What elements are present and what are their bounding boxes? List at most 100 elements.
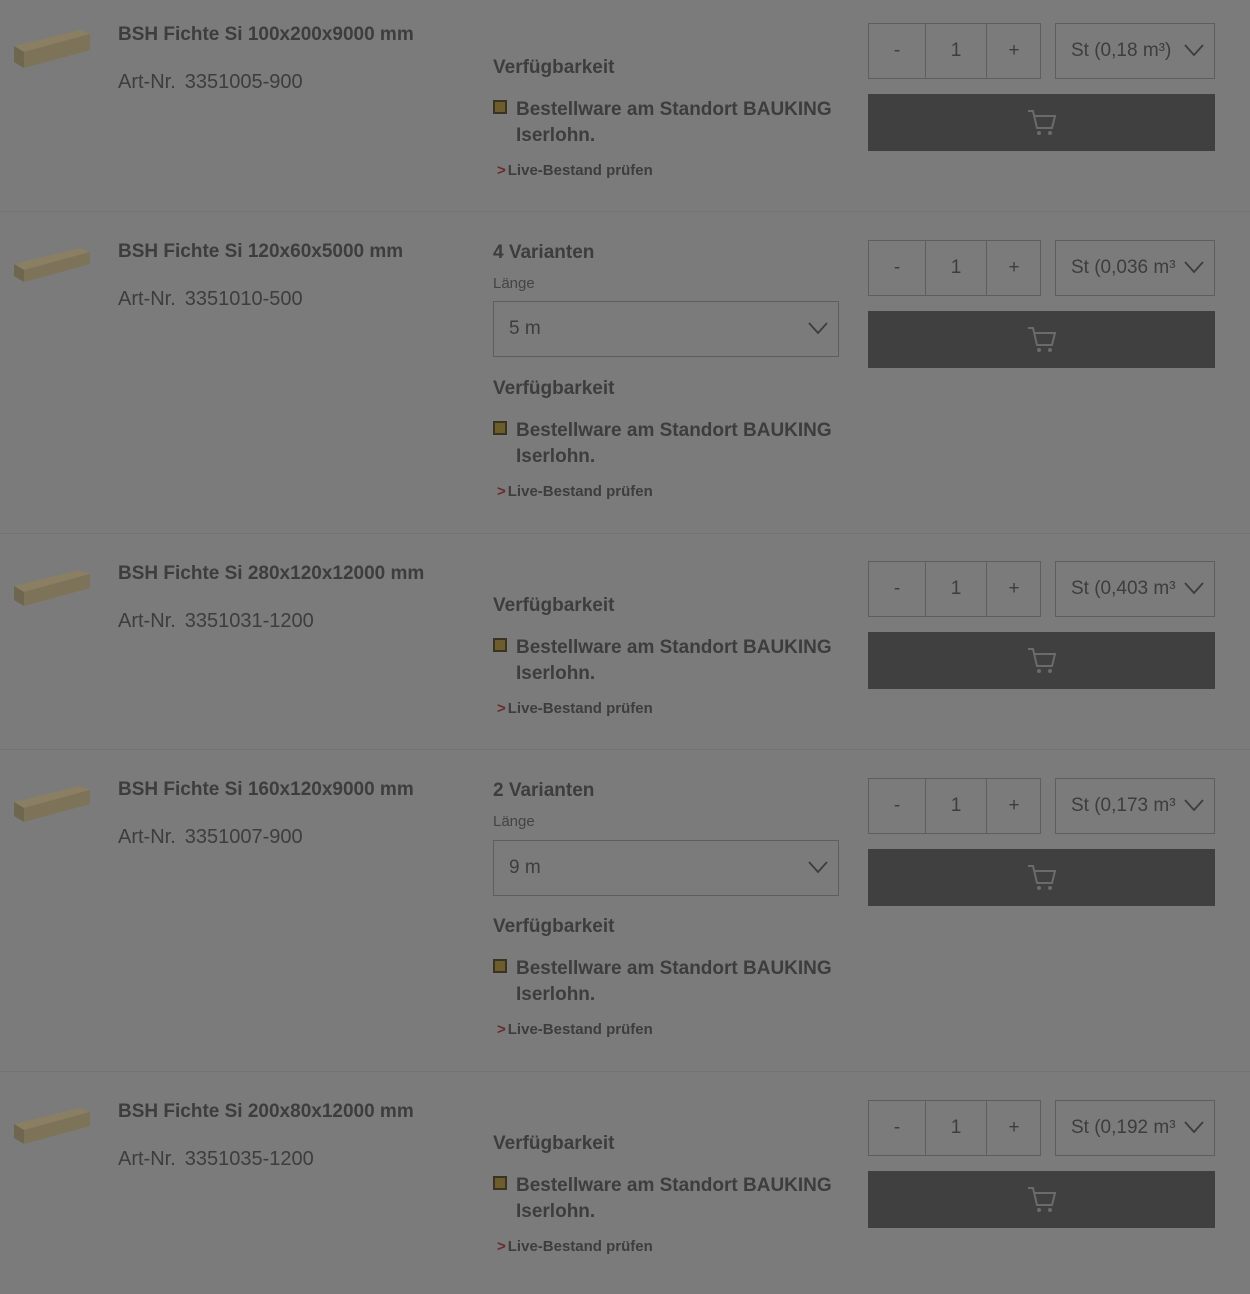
availability-status-text: Bestellware am Standort BAUKING Iserlohn…	[516, 958, 832, 1005]
quantity-input[interactable]: 1	[926, 562, 987, 616]
timber-beam-icon[interactable]	[12, 780, 92, 828]
product-row: BSH Fichte Si 200x80x12000 mm Art-Nr. 335…	[0, 1072, 1250, 1294]
unit-select[interactable]: St (0,403 m³	[1055, 561, 1215, 617]
product-row: BSH Fichte Si 160x120x9000 mm Art-Nr. 335…	[0, 750, 1250, 1072]
article-number-value: 3351031-1200	[184, 610, 314, 632]
status-square-icon	[493, 100, 507, 114]
chevron-right-icon: >	[497, 162, 506, 179]
unit-select[interactable]: St (0,18 m³)	[1055, 23, 1215, 79]
timber-beam-icon[interactable]	[12, 1102, 92, 1150]
live-stock-link-text: Live-Bestand prüfen	[507, 1238, 653, 1255]
quantity-decrease-button[interactable]: -	[869, 1101, 926, 1155]
availability-status-text: Bestellware am Standort BAUKING Iserlohn…	[516, 637, 832, 684]
chevron-right-icon: >	[497, 700, 506, 717]
quantity-decrease-button[interactable]: -	[869, 24, 926, 78]
product-title[interactable]: BSH Fichte Si 120x60x5000 mm	[118, 241, 403, 263]
live-stock-link[interactable]: > Live-Bestand prüfen	[497, 1021, 653, 1038]
quantity-stepper: - 1 +	[868, 240, 1041, 296]
status-square-icon	[493, 959, 507, 973]
chevron-down-icon	[808, 861, 828, 874]
cart-icon	[1028, 110, 1057, 135]
availability-status-text: Bestellware am Standort BAUKING Iserlohn…	[516, 1175, 832, 1222]
variant-select[interactable]: 9 m	[493, 840, 839, 896]
status-square-icon	[493, 638, 507, 652]
article-number-value: 3351007-900	[184, 826, 303, 848]
availability-heading: Verfügbarkeit	[493, 916, 615, 937]
article-number-value: 3351005-900	[184, 71, 303, 93]
variants-count: 2 Varianten	[493, 780, 595, 801]
article-number-value: 3351010-500	[184, 288, 303, 310]
product-title[interactable]: BSH Fichte Si 100x200x9000 mm	[118, 24, 414, 46]
article-number: Art-Nr. 3351010-500	[118, 288, 303, 311]
article-number-label: Art-Nr.	[118, 826, 176, 848]
timber-beam-icon[interactable]	[12, 24, 92, 72]
product-row: BSH Fichte Si 100x200x9000 mm Art-Nr. 335…	[0, 0, 1250, 212]
add-to-cart-button[interactable]	[868, 311, 1215, 368]
variant-select[interactable]: 5 m	[493, 301, 839, 357]
quantity-increase-button[interactable]: +	[987, 241, 1041, 295]
article-number: Art-Nr. 3351031-1200	[118, 610, 314, 633]
product-title[interactable]: BSH Fichte Si 280x120x12000 mm	[118, 563, 424, 585]
unit-select-value: St (0,173 m³	[1071, 795, 1176, 816]
quantity-decrease-button[interactable]: -	[869, 562, 926, 616]
add-to-cart-button[interactable]	[868, 849, 1215, 906]
product-title[interactable]: BSH Fichte Si 160x120x9000 mm	[118, 779, 414, 801]
product-row: BSH Fichte Si 120x60x5000 mm Art-Nr. 3351…	[0, 212, 1250, 534]
live-stock-link-text: Live-Bestand prüfen	[507, 700, 653, 717]
article-number-label: Art-Nr.	[118, 71, 176, 93]
quantity-decrease-button[interactable]: -	[869, 241, 926, 295]
article-number-label: Art-Nr.	[118, 1148, 176, 1170]
article-number: Art-Nr. 3351005-900	[118, 71, 303, 94]
unit-select[interactable]: St (0,036 m³	[1055, 240, 1215, 296]
unit-select-value: St (0,192 m³	[1071, 1117, 1176, 1138]
quantity-increase-button[interactable]: +	[987, 1101, 1041, 1155]
quantity-increase-button[interactable]: +	[987, 24, 1041, 78]
cart-icon	[1028, 327, 1057, 352]
chevron-down-icon	[1184, 44, 1204, 57]
live-stock-link[interactable]: > Live-Bestand prüfen	[497, 162, 653, 179]
availability-heading: Verfügbarkeit	[493, 1133, 615, 1154]
live-stock-link[interactable]: > Live-Bestand prüfen	[497, 700, 653, 717]
variant-select-value: 9 m	[509, 857, 541, 878]
variant-select-value: 5 m	[509, 318, 541, 339]
quantity-input[interactable]: 1	[926, 1101, 987, 1155]
availability-heading: Verfügbarkeit	[493, 378, 615, 399]
article-number-label: Art-Nr.	[118, 288, 176, 310]
timber-beam-icon[interactable]	[12, 564, 92, 612]
chevron-down-icon	[1184, 582, 1204, 595]
availability-status-text: Bestellware am Standort BAUKING Iserlohn…	[516, 420, 832, 467]
unit-select[interactable]: St (0,173 m³	[1055, 778, 1215, 834]
chevron-right-icon: >	[497, 1021, 506, 1038]
add-to-cart-button[interactable]	[868, 1171, 1215, 1228]
article-number: Art-Nr. 3351035-1200	[118, 1148, 314, 1171]
quantity-input[interactable]: 1	[926, 24, 987, 78]
article-number-value: 3351035-1200	[184, 1148, 314, 1170]
availability-heading: Verfügbarkeit	[493, 595, 615, 616]
cart-icon	[1028, 865, 1057, 890]
quantity-input[interactable]: 1	[926, 779, 987, 833]
status-square-icon	[493, 421, 507, 435]
chevron-right-icon: >	[497, 483, 506, 500]
timber-beam-icon[interactable]	[12, 242, 92, 290]
chevron-down-icon	[1184, 799, 1204, 812]
quantity-increase-button[interactable]: +	[987, 779, 1041, 833]
quantity-decrease-button[interactable]: -	[869, 779, 926, 833]
live-stock-link[interactable]: > Live-Bestand prüfen	[497, 483, 653, 500]
unit-select[interactable]: St (0,192 m³	[1055, 1100, 1215, 1156]
quantity-stepper: - 1 +	[868, 561, 1041, 617]
chevron-right-icon: >	[497, 1238, 506, 1255]
product-title[interactable]: BSH Fichte Si 200x80x12000 mm	[118, 1101, 414, 1123]
add-to-cart-button[interactable]	[868, 94, 1215, 151]
quantity-stepper: - 1 +	[868, 1100, 1041, 1156]
live-stock-link[interactable]: > Live-Bestand prüfen	[497, 1238, 653, 1255]
availability-heading: Verfügbarkeit	[493, 57, 615, 78]
unit-select-value: St (0,403 m³	[1071, 578, 1176, 599]
product-row: BSH Fichte Si 280x120x12000 mm Art-Nr. 33…	[0, 534, 1250, 750]
chevron-down-icon	[1184, 1121, 1204, 1134]
availability-status-text: Bestellware am Standort BAUKING Iserlohn…	[516, 99, 832, 146]
live-stock-link-text: Live-Bestand prüfen	[507, 1021, 653, 1038]
quantity-increase-button[interactable]: +	[987, 562, 1041, 616]
quantity-stepper: - 1 +	[868, 778, 1041, 834]
add-to-cart-button[interactable]	[868, 632, 1215, 689]
quantity-input[interactable]: 1	[926, 241, 987, 295]
